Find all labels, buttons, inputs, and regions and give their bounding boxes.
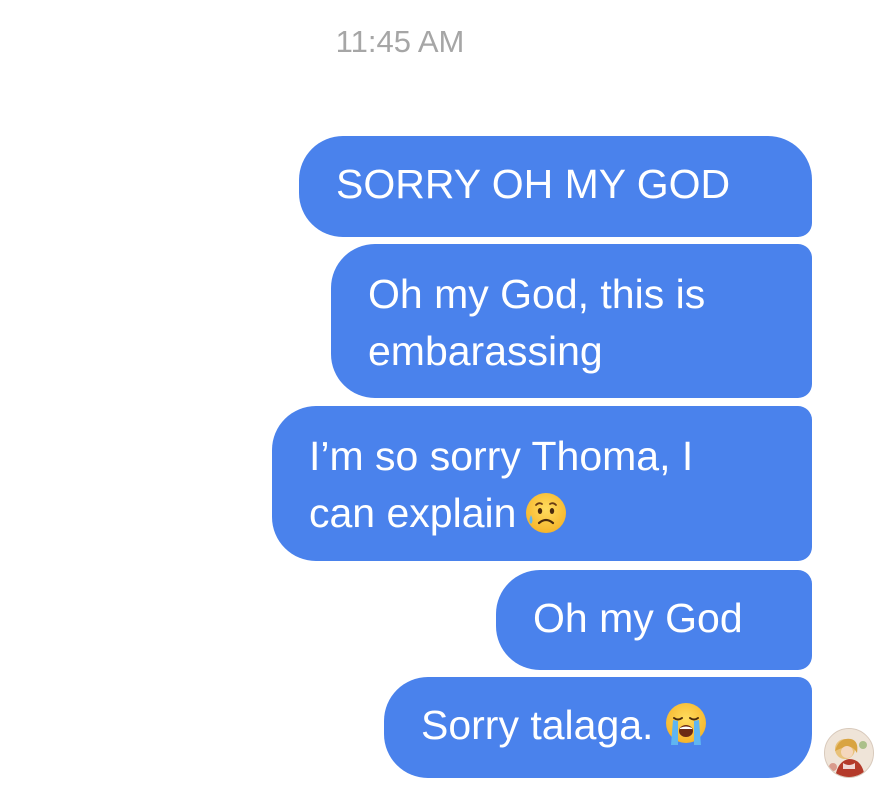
message-text: SORRY OH MY GOD — [336, 161, 731, 207]
message-timestamp: 11:45 AM — [335, 24, 465, 59]
loudly-crying-face-icon — [661, 701, 711, 762]
message-text: Oh my God — [533, 595, 743, 641]
message-text-line: embarassing — [368, 328, 603, 374]
chat-thread: 11:45 AM SORRY OH MY GOD Oh my God, this… — [0, 0, 885, 807]
message-bubble[interactable]: Oh my God — [496, 570, 812, 670]
message-bubble[interactable]: I’m so sorry Thoma, I can explain — [272, 406, 812, 561]
sender-avatar[interactable] — [824, 728, 874, 778]
message-bubble[interactable]: SORRY OH MY GOD — [299, 136, 812, 237]
message-text-line: can explain — [309, 490, 517, 536]
message-text-line: I’m so sorry Thoma, I — [309, 433, 694, 479]
message-bubble[interactable]: Oh my God, this is embarassing — [331, 244, 812, 398]
message-text-line: Oh my God, this is — [368, 271, 706, 317]
message-text: Sorry talaga. — [421, 702, 654, 748]
sad-but-relieved-face-icon — [524, 491, 568, 550]
message-bubble[interactable]: Sorry talaga. — [384, 677, 812, 778]
